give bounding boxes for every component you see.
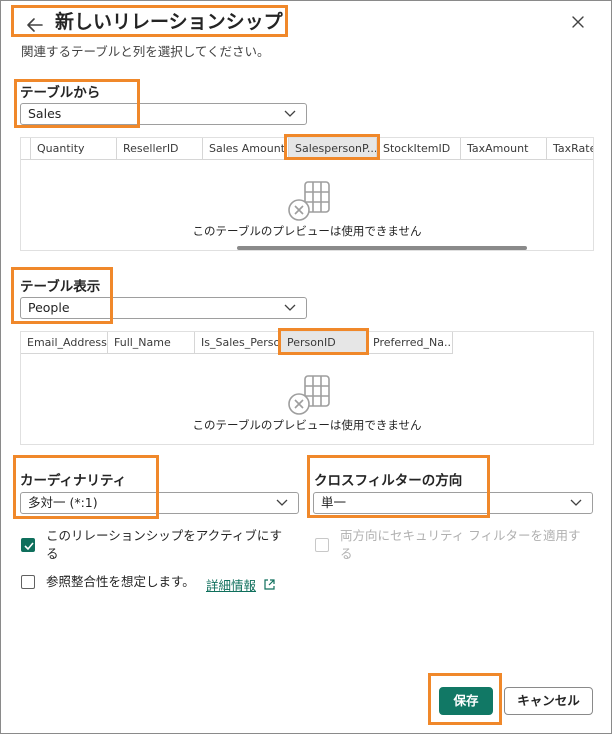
cardinality-selected: 多対一 (*:1) (28, 495, 98, 510)
security-filter-label-line2: る (340, 546, 353, 561)
to-table-preview: Email_Address Full_Name Is_Sales_Person … (20, 331, 594, 445)
referential-integrity-checkbox[interactable] (21, 575, 35, 589)
close-icon[interactable] (569, 13, 587, 31)
security-filter-label-line1: 両方向にセキュリティ フィルターを適用す (340, 528, 581, 543)
column-header[interactable]: Email_Address (21, 332, 108, 354)
table-unavailable-icon (288, 375, 330, 415)
chevron-down-icon (284, 304, 296, 311)
cancel-button[interactable]: キャンセル (504, 687, 593, 715)
save-button[interactable]: 保存 (439, 687, 493, 715)
preview-unavailable-text: このテーブルのプレビューは使用できません (192, 418, 422, 432)
checkmark-icon (24, 542, 34, 551)
chevron-down-icon (570, 499, 582, 506)
to-table-columns: Email_Address Full_Name Is_Sales_Person … (21, 332, 453, 354)
column-header[interactable]: Full_Name (108, 332, 195, 354)
learn-more-link[interactable]: 詳細情報 (206, 575, 256, 594)
security-filter-checkbox (315, 538, 329, 552)
security-filter-label: 両方向にセキュリティ フィルターを適用す る (340, 527, 600, 563)
preview-unavailable-text: このテーブルのプレビューは使用できません (192, 224, 422, 238)
external-link-icon[interactable] (263, 578, 276, 591)
column-header[interactable]: TaxRate (547, 138, 593, 160)
table-unavailable-icon (288, 181, 330, 221)
from-table-columns: Quantity ResellerID Sales Amount Salespe… (21, 138, 593, 160)
column-header[interactable]: Preferred_Na... (367, 332, 453, 354)
chevron-down-icon (276, 499, 288, 506)
column-header[interactable]: Is_Sales_Person (195, 332, 281, 354)
column-header[interactable]: Quantity (31, 138, 117, 160)
active-relationship-label-line2: る (46, 546, 59, 561)
back-arrow-icon[interactable] (25, 15, 45, 35)
cardinality-dropdown[interactable]: 多対一 (*:1) (20, 492, 299, 514)
cardinality-label: カーディナリティ (20, 473, 127, 489)
from-table-selected: Sales (28, 106, 62, 121)
column-header-selected[interactable]: SalespersonP... (289, 138, 377, 160)
referential-integrity-label[interactable]: 参照整合性を想定します。 (46, 573, 195, 591)
active-relationship-label[interactable]: このリレーションシップをアクティブにす る (46, 527, 296, 563)
from-table-preview: Quantity ResellerID Sales Amount Salespe… (20, 137, 594, 251)
dialog-subtitle: 関連するテーブルと列を選択してください。 (21, 44, 270, 59)
from-table-dropdown[interactable]: Sales (20, 103, 307, 125)
horizontal-scrollbar[interactable] (237, 246, 527, 250)
to-table-label: テーブル表示 (20, 279, 101, 295)
from-table-label: テーブルから (20, 85, 101, 101)
column-header[interactable]: TaxAmount (461, 138, 547, 160)
active-relationship-label-line1: このリレーションシップをアクティブにす (46, 528, 283, 543)
active-relationship-checkbox[interactable] (21, 538, 35, 552)
dialog-title: 新しいリレーションシップ (55, 11, 283, 33)
column-header[interactable]: StockItemID (377, 138, 461, 160)
chevron-down-icon (284, 110, 296, 117)
column-header[interactable]: Sales Amount (203, 138, 289, 160)
to-table-selected: People (28, 300, 70, 315)
column-header-selected[interactable]: PersonID (281, 332, 367, 354)
cross-filter-dropdown[interactable]: 単一 (313, 492, 593, 514)
column-header[interactable]: ResellerID (117, 138, 203, 160)
cross-filter-selected: 単一 (321, 495, 347, 510)
new-relationship-dialog: 新しいリレーションシップ 関連するテーブルと列を選択してください。 テーブルから… (0, 0, 612, 734)
to-table-dropdown[interactable]: People (20, 297, 307, 319)
cross-filter-label: クロスフィルターの方向 (314, 473, 463, 489)
